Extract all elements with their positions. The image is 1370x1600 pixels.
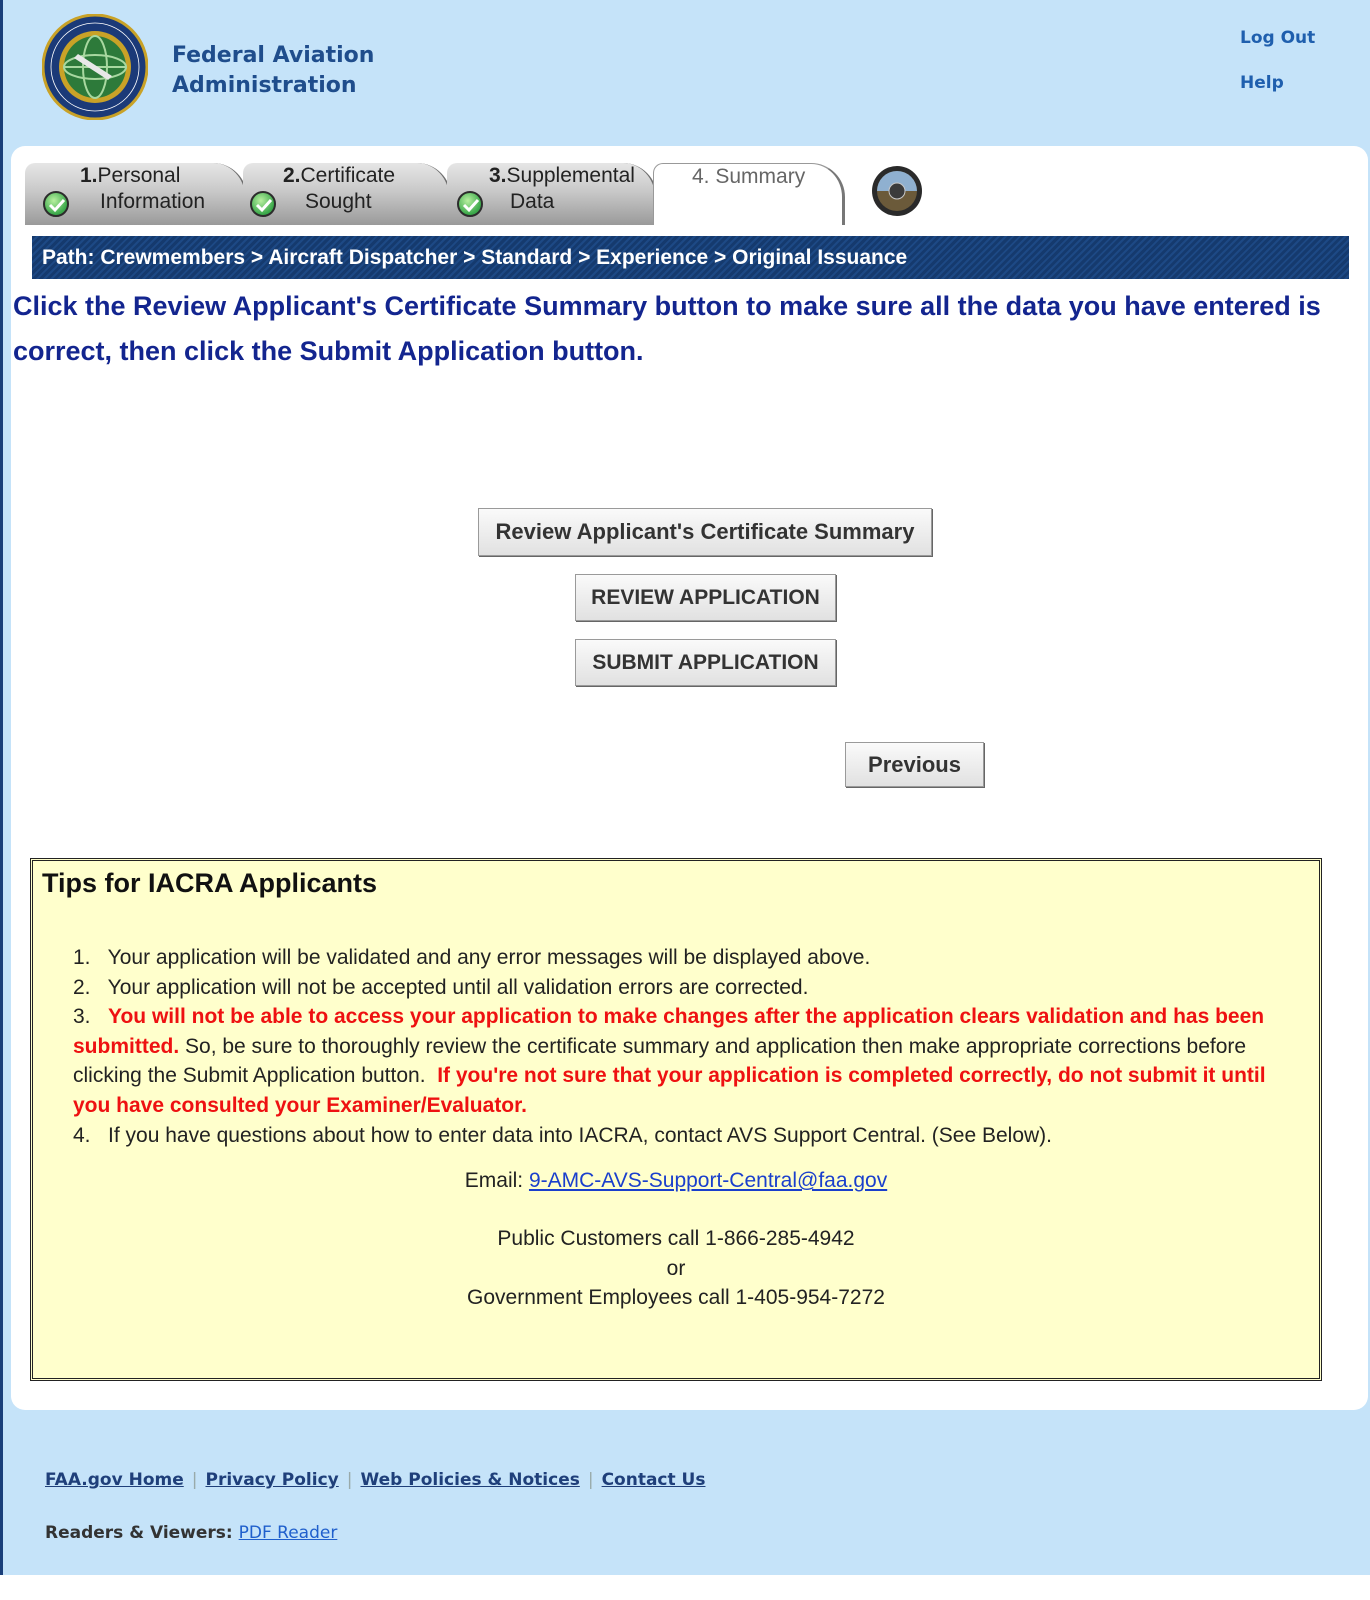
check-complete-icon xyxy=(43,191,69,217)
support-email: Email: 9-AMC-AVS-Support-Central@faa.gov xyxy=(33,1169,1319,1193)
public-phone: Public Customers call 1-866-285-4942 xyxy=(497,1227,855,1250)
step-label-line1: Personal xyxy=(97,164,181,187)
tip-item-4: 4. If you have questions about how to en… xyxy=(73,1123,1053,1147)
footer-link-privacy-policy[interactable]: Privacy Policy xyxy=(205,1470,338,1490)
footer-link-faa-home[interactable]: FAA.gov Home xyxy=(45,1470,184,1490)
breadcrumb-path: Path: Crewmembers > Aircraft Dispatcher … xyxy=(32,236,1349,279)
or-text: or xyxy=(666,1257,686,1280)
tips-panel: Tips for IACRA Applicants 1. Your applic… xyxy=(30,858,1322,1381)
agency-name: Federal Aviation Administration xyxy=(172,41,374,101)
step-label-line1: Supplemental xyxy=(506,164,635,187)
tips-list: 1. Your application will be validated an… xyxy=(73,943,1293,1150)
tip-item-3: 3. You will not be able to access your a… xyxy=(73,1002,1293,1120)
tips-title: Tips for IACRA Applicants xyxy=(42,868,378,898)
page-instruction: Click the Review Applicant's Certificate… xyxy=(13,291,1321,366)
support-email-link[interactable]: 9-AMC-AVS-Support-Central@faa.gov xyxy=(529,1169,887,1192)
government-phone: Government Employees call 1-405-954-7272 xyxy=(467,1286,885,1309)
faa-seal-icon xyxy=(42,14,148,120)
check-complete-icon xyxy=(250,191,276,217)
pdf-reader-link[interactable]: PDF Reader xyxy=(239,1523,338,1543)
tip-item-2: 2. Your application will not be accepted… xyxy=(73,975,809,999)
footer-links: FAA.gov Home | Privacy Policy | Web Policies… xyxy=(45,1470,705,1490)
check-complete-icon xyxy=(457,191,483,217)
step-certificate-sought[interactable]: 2.Certificate Sought xyxy=(243,163,451,225)
readers-viewers: Readers & Viewers: PDF Reader xyxy=(45,1523,337,1543)
progress-steps: 1.Personal Information 2.Certificate Sou… xyxy=(25,163,925,225)
step-number: 1. xyxy=(80,164,98,187)
previous-button[interactable]: Previous xyxy=(845,742,984,787)
agency-name-line1: Federal Aviation xyxy=(172,43,375,68)
step-supplemental-data[interactable]: 3.Supplemental Data xyxy=(447,163,657,225)
help-link[interactable]: Help xyxy=(1240,73,1284,93)
logout-link[interactable]: Log Out xyxy=(1240,28,1315,48)
tip-item-1: 1. Your application will be validated an… xyxy=(73,946,871,969)
submit-application-button[interactable]: SUBMIT APPLICATION xyxy=(575,639,836,686)
step-number: 2. xyxy=(283,164,301,187)
agency-name-line2: Administration xyxy=(172,73,357,98)
footer-separator: | xyxy=(587,1470,594,1490)
footer-separator: | xyxy=(346,1470,353,1490)
step-label-line2: Sought xyxy=(305,190,372,213)
footer-separator: | xyxy=(191,1470,198,1490)
step-label-line2: Information xyxy=(100,190,206,213)
footer-link-web-policies[interactable]: Web Policies & Notices xyxy=(360,1470,579,1490)
step-number: 3. xyxy=(489,164,507,187)
readers-label: Readers & Viewers: xyxy=(45,1523,239,1543)
step-personal-information[interactable]: 1.Personal Information xyxy=(25,163,247,225)
review-application-button[interactable]: REVIEW APPLICATION xyxy=(575,574,836,621)
footer-link-contact-us[interactable]: Contact Us xyxy=(602,1470,706,1490)
tip-item-3-number: 3. xyxy=(73,1005,91,1029)
faa-mini-seal-icon xyxy=(872,166,922,216)
email-label: Email: xyxy=(464,1169,529,1192)
review-certificate-summary-button[interactable]: Review Applicant's Certificate Summary xyxy=(478,508,932,556)
step-label-line1: 4. Summary xyxy=(692,165,806,188)
step-label-line2: Data xyxy=(510,190,555,213)
page-background: Federal Aviation Administration Log Out … xyxy=(0,0,1370,1575)
step-summary[interactable]: 4. Summary xyxy=(653,163,845,225)
step-label-line1: Certificate xyxy=(300,164,396,187)
